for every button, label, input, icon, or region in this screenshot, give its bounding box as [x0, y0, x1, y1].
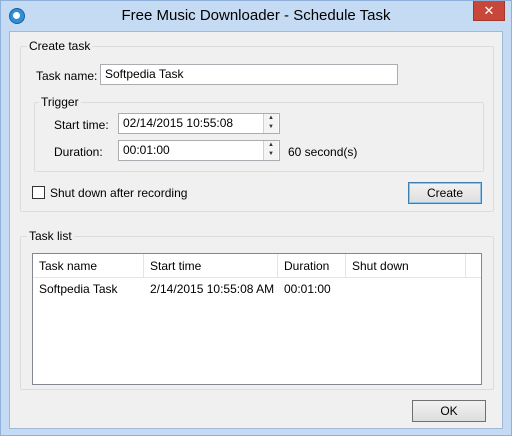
dialog-client-area: Create task Task name: Softpedia Task Tr…	[9, 31, 503, 429]
trigger-group-label: Trigger	[39, 95, 81, 109]
column-task-name[interactable]: Task name	[33, 254, 144, 278]
table-row-cell-duration[interactable]: 00:01:00	[278, 279, 331, 299]
shutdown-checkbox[interactable]	[32, 186, 45, 199]
shutdown-label[interactable]: Shut down after recording	[50, 186, 187, 200]
column-duration[interactable]: Duration	[278, 254, 346, 278]
duration-note: 60 second(s)	[288, 145, 358, 159]
close-button[interactable]: ✕	[473, 1, 505, 21]
column-start-time[interactable]: Start time	[144, 254, 278, 278]
spin-up-icon[interactable]: ▲	[264, 141, 278, 150]
column-shut-down[interactable]: Shut down	[346, 254, 466, 278]
spin-down-icon[interactable]: ▼	[264, 123, 278, 132]
start-time-spinner[interactable]: ▲ ▼	[263, 114, 278, 133]
task-name-label: Task name:	[36, 69, 98, 83]
spin-up-icon[interactable]: ▲	[264, 114, 278, 123]
task-list-view[interactable]: Task name Start time Duration Shut down …	[32, 253, 482, 385]
task-list-group-label: Task list	[27, 229, 74, 243]
task-list-header: Task name Start time Duration Shut down	[33, 254, 481, 278]
duration-input[interactable]: 00:01:00	[118, 140, 280, 161]
task-name-input[interactable]: Softpedia Task	[100, 64, 398, 85]
duration-label: Duration:	[54, 145, 103, 159]
table-row-cell-start-time[interactable]: 2/14/2015 10:55:08 AM	[144, 279, 274, 299]
start-time-input[interactable]: 02/14/2015 10:55:08	[118, 113, 280, 134]
start-time-label: Start time:	[54, 118, 109, 132]
ok-button[interactable]: OK	[412, 400, 486, 422]
create-button[interactable]: Create	[408, 182, 482, 204]
duration-spinner[interactable]: ▲ ▼	[263, 141, 278, 160]
schedule-task-window: Free Music Downloader - Schedule Task ✕ …	[0, 0, 512, 436]
window-title: Free Music Downloader - Schedule Task	[121, 7, 391, 24]
spin-down-icon[interactable]: ▼	[264, 150, 278, 159]
table-row-cell-task-name[interactable]: Softpedia Task	[33, 279, 118, 299]
table-row-cell-shut-down[interactable]	[346, 279, 352, 299]
create-task-group-label: Create task	[27, 39, 93, 53]
title-bar[interactable]: Free Music Downloader - Schedule Task ✕	[1, 1, 511, 31]
